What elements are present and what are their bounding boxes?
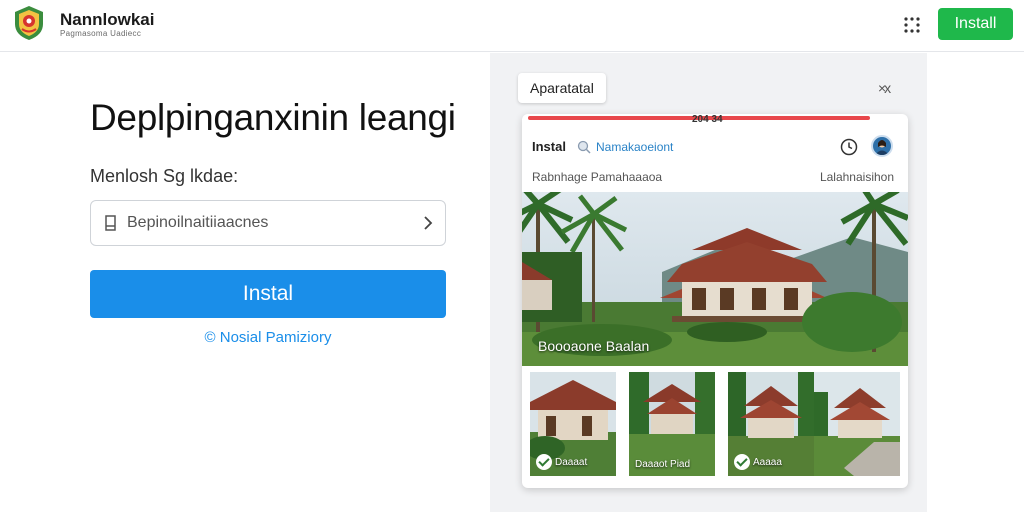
avatar-person-icon (875, 140, 889, 155)
app-bar: Instal Namakaoeiont (522, 132, 908, 162)
install-button[interactable]: Instal (90, 270, 446, 318)
policy-link[interactable]: © Nosial Pamiziory (0, 329, 536, 346)
thumbnail-photo (814, 372, 900, 476)
chevron-right-icon[interactable] (421, 215, 435, 231)
breadcrumb-right[interactable]: Lalahnaisihon (820, 170, 894, 184)
brand-subtitle: Pagmasoma Uadiecc (60, 29, 142, 38)
status-bar: 204 34 (522, 114, 908, 125)
phone-preview: 204 34 Instal Namakaoeiont Rabnhage Pama… (522, 114, 908, 488)
app-install-label[interactable]: Instal (532, 139, 566, 154)
thumbnail-1[interactable]: Daaaat (530, 372, 616, 476)
thumbnail-4[interactable] (814, 372, 900, 476)
breadcrumb-left: Rabnhage Pamahaaaoa (532, 170, 663, 184)
thumbnail-2[interactable]: Daaaot Piad (629, 372, 715, 476)
close-icon[interactable]: ×x (878, 80, 891, 96)
dialog-title: Aparatatal (518, 73, 606, 103)
search-field[interactable] (90, 200, 446, 246)
search-icon[interactable] (577, 140, 591, 154)
check-icon (734, 454, 750, 470)
left-panel: Deplpinganxinin leangi Menlosh Sg lkdae:… (0, 53, 490, 512)
brand-name: Nannlowkai (60, 10, 155, 29)
page-headline: Deplpinganxinin leangi (90, 97, 456, 138)
top-header: Nannlowkai Pagmasoma Uadiecc Install (0, 0, 1024, 52)
app-search-text[interactable]: Namakaoeiont (596, 140, 673, 154)
thumbnail-strip: Daaaat Daaaot Piad Aaaaa (530, 372, 900, 478)
thumbnail-caption: Aaaaa (753, 456, 782, 468)
thumbnail-label: Daaaat (536, 454, 587, 470)
thumbnail-caption: Daaaot Piad (635, 459, 691, 470)
header-install-button[interactable]: Install (938, 8, 1013, 40)
search-input[interactable] (127, 209, 417, 237)
grid-dots-icon[interactable] (903, 15, 921, 33)
thumbnail-label: Aaaaa (734, 454, 782, 470)
logo-emblem-icon (15, 6, 43, 40)
status-time: 204 34 (692, 114, 723, 125)
document-icon (105, 215, 116, 231)
clock-icon[interactable] (840, 138, 858, 156)
hero-image[interactable]: Boooaone Baalan (522, 192, 908, 366)
thumbnail-label: Daaaot Piad (635, 459, 690, 470)
thumbnail-caption: Daaaat (555, 456, 588, 468)
thumbnail-3[interactable]: Aaaaa (728, 372, 814, 476)
field-label: Menlosh Sg lkdae: (90, 166, 239, 186)
avatar[interactable] (871, 135, 893, 157)
hero-caption: Boooaone Baalan (538, 338, 650, 354)
check-icon (536, 454, 552, 470)
